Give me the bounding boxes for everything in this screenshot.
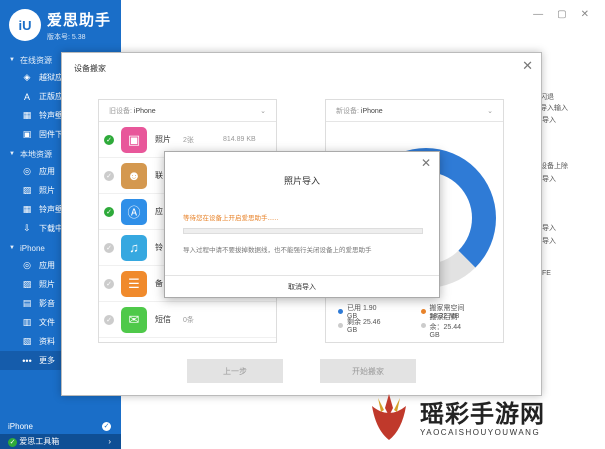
data-type-count: 2张 <box>183 136 194 144</box>
chevron-right-icon: › <box>108 437 111 446</box>
appstore-app-icon: Ⓐ <box>121 198 147 225</box>
bg-text: 设备上除 <box>540 163 568 170</box>
checkbox-icon[interactable]: ✓ <box>104 314 114 325</box>
data-type-size: 814.89 KB <box>223 136 256 143</box>
watermark-logo <box>372 394 406 440</box>
waiting-message: 等待您在设备上开启爱思助手...... <box>183 215 279 222</box>
cancel-import-button[interactable]: 取消导入 <box>165 275 439 297</box>
watermark-subtext: YAOCAISHOUYOUWANG <box>420 428 541 437</box>
more-icon: ••• <box>22 355 32 366</box>
collapse-triangle-icon: ▼ <box>9 151 15 157</box>
bg-text: 导入 <box>542 225 556 232</box>
bg-text: 导入 <box>542 117 556 124</box>
chevron-down-icon: ⌄ <box>487 107 493 115</box>
bg-text: 导入 <box>542 238 556 245</box>
collapse-triangle-icon: ▼ <box>9 245 15 251</box>
data-type-name: 短信 <box>155 315 171 324</box>
data-type-count: 0条 <box>183 316 194 324</box>
import-note: 导入过程中请不要拔掉数据线，也不能强行关闭设备上的爱思助手 <box>183 247 372 254</box>
app-icon: ◎ <box>23 260 31 270</box>
legend-dot <box>338 322 343 328</box>
data-type-name: 照片 <box>155 135 171 144</box>
device-selector[interactable]: iPhone ✓ <box>0 419 121 434</box>
notes-app-icon: ☰ <box>121 270 147 297</box>
bg-text: 闪退 <box>540 94 554 101</box>
app-version: 版本号: 5.38 <box>47 33 86 41</box>
bg-text: FE <box>542 270 551 277</box>
old-device-selector[interactable]: 旧设备: iPhone ⌄ <box>99 100 276 122</box>
close-icon[interactable]: ✕ <box>522 58 533 74</box>
photos-app-icon: ▣ <box>121 126 147 153</box>
store-icon: A <box>23 91 30 102</box>
import-progress-bar <box>183 228 423 234</box>
checkbox-icon[interactable]: ✓ <box>104 206 114 217</box>
legend-free: 剩余 25.46 GB <box>338 317 421 334</box>
music-icon: ▦ <box>22 204 32 214</box>
previous-step-button[interactable]: 上一步 <box>187 359 283 383</box>
checkbox-icon[interactable]: ✓ <box>104 134 114 145</box>
bg-text: 导入输入 <box>540 105 568 112</box>
connected-check-icon: ✓ <box>102 422 111 431</box>
bg-text: 导入 <box>542 176 556 183</box>
storage-legend: 已用 1.90 GB 搬家需空间 18.32 MB 剩余 25.46 GB 搬家… <box>338 304 503 339</box>
toolbox-button[interactable]: ✓ 爱思工具箱 › <box>0 434 121 449</box>
ringtone-app-icon: ♫ <box>121 234 147 261</box>
music-icon: ▦ <box>22 110 32 120</box>
download-icon: ⇩ <box>23 223 31 233</box>
firmware-icon: ▣ <box>22 129 32 139</box>
contact-icon: ▧ <box>22 336 32 346</box>
brand: iU 爱思助手 版本号: 5.38 <box>0 0 121 50</box>
maximize-icon[interactable]: ▢ <box>557 9 566 20</box>
close-icon[interactable]: ✕ <box>581 9 589 20</box>
file-icon: ▥ <box>22 317 32 327</box>
checkbox-icon[interactable]: ✓ <box>104 278 114 289</box>
checkbox-icon[interactable]: ✓ <box>104 170 114 181</box>
check-icon: ✓ <box>8 438 17 447</box>
legend-dot <box>338 308 343 314</box>
watermark: 瑶彩手游网 YAOCAISHOUYOUWANG <box>368 390 600 446</box>
chevron-down-icon: ⌄ <box>260 107 266 115</box>
data-type-row[interactable]: ✓ ✉ 短信 0条 <box>99 302 276 338</box>
checkbox-icon[interactable]: ✓ <box>104 242 114 253</box>
collapse-triangle-icon: ▼ <box>9 57 15 63</box>
modal-title: 照片导入 <box>283 176 320 186</box>
watermark-text: 瑶彩手游网 <box>420 400 545 428</box>
legend-after: 搬家后剩余：25.44 GB <box>420 312 504 339</box>
window-controls: — ▢ ✕ <box>533 9 589 20</box>
dialog-title: 设备搬家 <box>74 64 106 73</box>
app-logo: iU <box>9 9 41 41</box>
minimize-icon[interactable]: — <box>533 9 543 20</box>
photo-import-modal: ✕ 照片导入 等待您在设备上开启爱思助手...... 导入过程中请不要拔掉数据线… <box>164 151 440 298</box>
app-name: 爱思助手 <box>47 11 112 29</box>
messages-app-icon: ✉ <box>121 306 147 333</box>
new-device-selector[interactable]: 新设备: iPhone ⌄ <box>326 100 503 122</box>
close-icon[interactable]: ✕ <box>421 156 431 170</box>
photo-icon: ▨ <box>22 279 32 289</box>
app-icon: ◎ <box>23 166 31 176</box>
contacts-app-icon: ☻ <box>121 162 147 189</box>
start-migration-button[interactable]: 开始搬家 <box>320 359 416 383</box>
photo-icon: ▨ <box>22 185 32 195</box>
box-icon: ◈ <box>23 72 31 82</box>
legend-dot <box>420 322 426 328</box>
video-icon: ▤ <box>22 298 32 308</box>
